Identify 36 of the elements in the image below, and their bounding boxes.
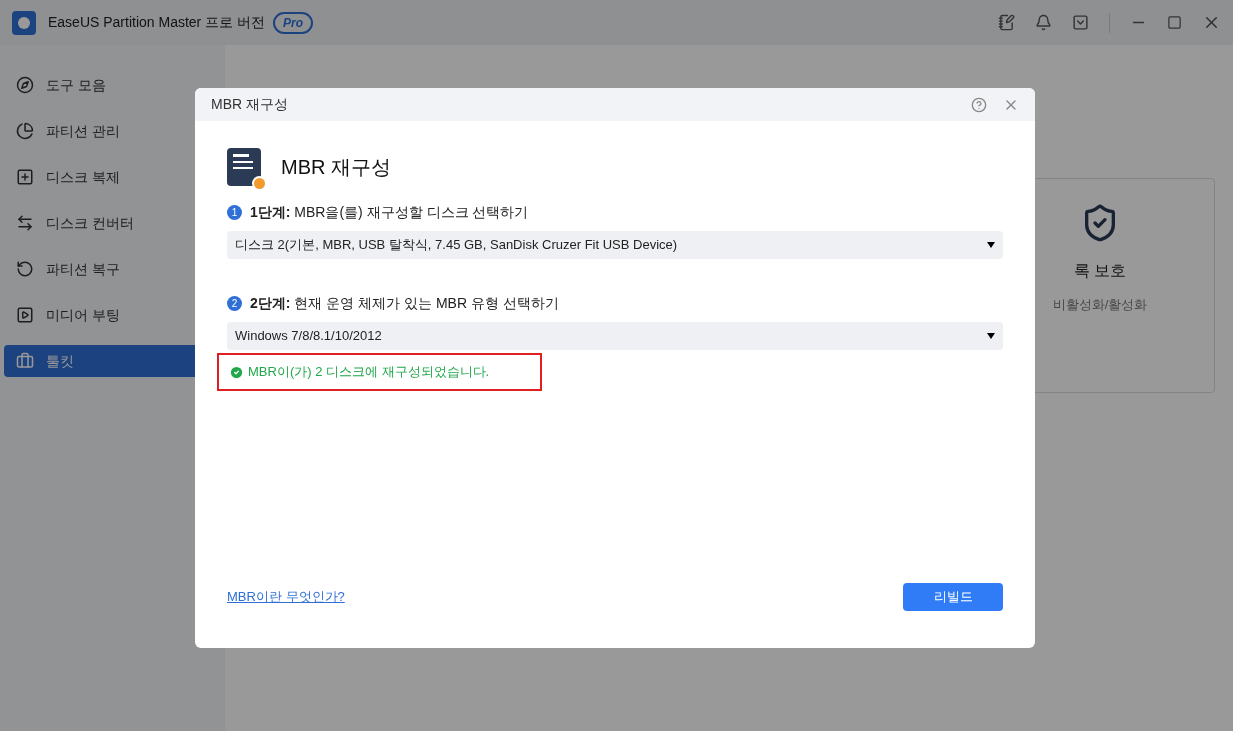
caret-icon (987, 242, 995, 248)
dropdown-field[interactable]: 디스크 2(기본, MBR, USB 탈착식, 7.45 GB, SanDisk Cruzer Fit USB Device) (227, 231, 1003, 259)
plus-square-icon (16, 168, 34, 186)
sidebar-item[interactable]: 파티션 복구 (4, 253, 221, 285)
card-subtitle: 비활성화/활성화 (1052, 296, 1148, 314)
caret-icon (987, 333, 995, 339)
play-icon (16, 306, 34, 324)
notes-icon[interactable] (998, 14, 1015, 31)
pro-badge: Pro (273, 11, 314, 34)
rotate-icon (16, 260, 34, 278)
success-message: MBR이(가) 2 디스크에 재구성되었습니다. (248, 363, 490, 382)
help-link[interactable]: MBR이란 무엇인가? (227, 587, 345, 607)
sidebar-item[interactable]: 미디어 부팅 (4, 299, 221, 331)
step-number: 1 (227, 205, 242, 220)
sidebar-item[interactable]: 디스크 복제 (4, 161, 221, 193)
check-circle-icon (229, 364, 244, 380)
app-logo-icon (12, 10, 36, 35)
briefcase-icon (16, 352, 34, 370)
sidebar-item[interactable]: 파티션 관리 (4, 115, 221, 147)
arrows-icon (16, 214, 34, 232)
bell-icon[interactable] (1035, 14, 1052, 31)
step-label: 1단계: MBR을(를) 재구성할 디스크 선택하기 (250, 203, 529, 222)
step-label: 2단계: 현재 운영 체제가 있는 MBR 유형 선택하기 (250, 294, 559, 313)
dialog-heading: MBR 재구성 (281, 155, 391, 180)
card-title: 록 보호 (1073, 261, 1127, 281)
rebuild-button[interactable]: 리빌드 (903, 583, 1003, 611)
dropdown-field[interactable]: Windows 7/8/8.1/10/2012 (227, 322, 1003, 350)
app-title: EaseUS Partition Master 프로 버전 (48, 13, 266, 32)
step-number: 2 (227, 296, 242, 311)
pie-chart-icon (16, 122, 34, 140)
maximize-icon[interactable] (1167, 15, 1182, 30)
dialog-title: MBR 재구성 (211, 95, 288, 114)
dropdown-icon[interactable] (1072, 14, 1089, 31)
sidebar-item[interactable]: 디스크 컨버터 (4, 207, 221, 239)
compass-icon (16, 76, 34, 94)
help-icon[interactable] (971, 96, 987, 113)
